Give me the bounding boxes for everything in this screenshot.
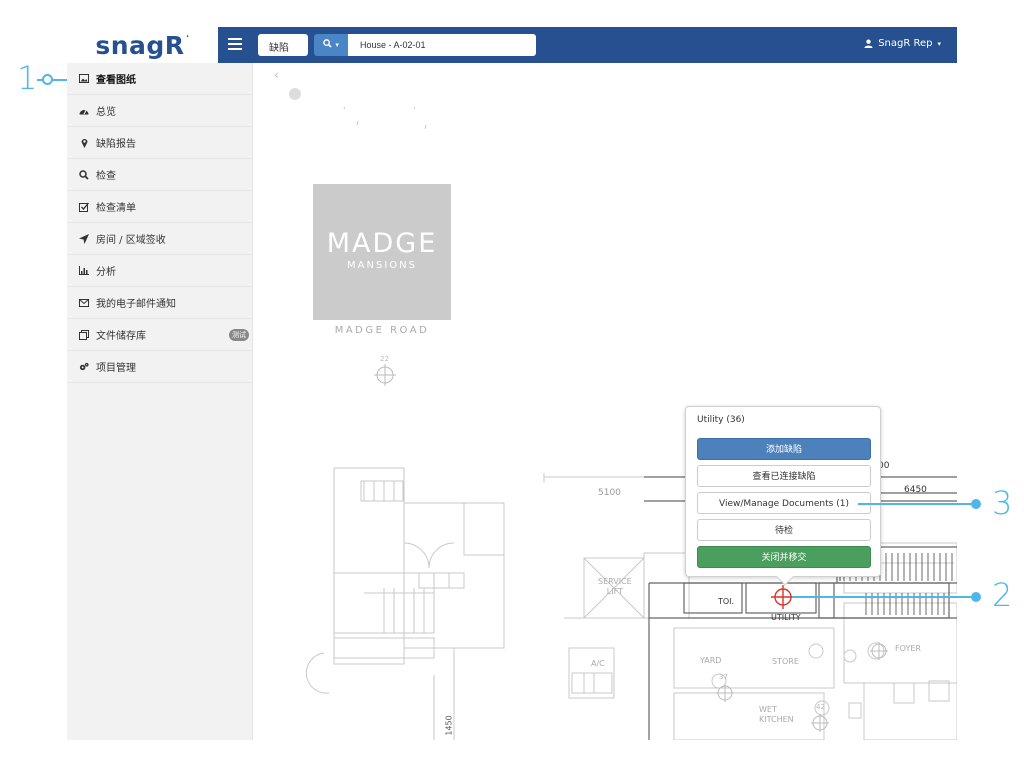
sidebar-item-project-management[interactable]: 项目管理 xyxy=(67,351,252,383)
room-label-line: SERVICE xyxy=(598,577,632,586)
sidebar-item-email-notifications[interactable]: 我的电子邮件通知 xyxy=(67,287,252,319)
brand-logo-text: snagR xyxy=(95,30,185,60)
dimension-label: 5100 xyxy=(598,488,621,498)
brand-mark-icon: · xyxy=(185,29,190,45)
dashboard-icon xyxy=(79,106,89,116)
user-menu[interactable]: SnagR Rep ▾ xyxy=(864,38,941,49)
sidebar-item-label: 文件储存库 xyxy=(96,331,146,342)
sidebar-item-label: 我的电子邮件通知 xyxy=(96,299,176,310)
callout-2-label: 2 xyxy=(992,576,1013,614)
room-label-ac: A/C xyxy=(591,659,605,668)
room-label-service-lift: SERVICE LIFT xyxy=(598,577,632,597)
app-window: snagR· 缺陷 ▾ SnagR Rep ▾ 查看图纸 总览 缺陷报告 xyxy=(67,27,957,740)
marker-number: 42 xyxy=(816,703,825,711)
room-label-line: WET xyxy=(759,705,777,714)
search-type-selector[interactable]: 缺陷 xyxy=(258,34,308,56)
room-label-yard: YARD xyxy=(700,656,722,665)
sidebar-item-label: 总览 xyxy=(96,107,116,118)
sidebar-item-room-signoff[interactable]: 房间 / 区域签收 xyxy=(67,223,252,255)
room-label-line: LIFT xyxy=(606,587,623,596)
sidebar: 查看图纸 总览 缺陷报告 检查 检查清单 房间 / 区域签收 分析 我的电子邮件… xyxy=(67,63,253,740)
sidebar-item-label: 检查 xyxy=(96,171,116,182)
user-icon xyxy=(864,39,873,48)
pending-inspection-button[interactable]: 待检 xyxy=(697,519,871,541)
sidebar-item-checklist[interactable]: 检查清单 xyxy=(67,191,252,223)
callout-2-anchor xyxy=(971,592,981,602)
manage-documents-button[interactable]: View/Manage Documents (1) xyxy=(697,492,871,514)
image-icon xyxy=(79,74,89,84)
sidebar-item-file-repository[interactable]: 文件储存库 测试 xyxy=(67,319,252,351)
sidebar-item-view-drawings[interactable]: 查看图纸 xyxy=(67,63,252,95)
room-label-foyer: FOYER xyxy=(895,644,921,653)
sidebar-item-label: 项目管理 xyxy=(96,363,136,374)
envelope-icon xyxy=(79,298,89,308)
sidebar-item-label: 缺陷报告 xyxy=(96,139,136,150)
hamburger-menu-icon[interactable] xyxy=(228,38,242,50)
sidebar-item-overview[interactable]: 总览 xyxy=(67,95,252,127)
room-label-store: STORE xyxy=(772,657,799,666)
view-linked-defects-button[interactable]: 查看已连接缺陷 xyxy=(697,465,871,487)
copy-icon xyxy=(79,329,89,340)
room-label-utility: UTILITY xyxy=(771,613,801,622)
checklist-icon xyxy=(79,202,89,212)
callout-1-anchor xyxy=(42,74,53,85)
search-icon xyxy=(79,169,89,180)
user-name: SnagR Rep xyxy=(878,38,933,49)
location-popup: Utility (36) 添加缺陷 查看已连接缺陷 View/Manage Do… xyxy=(685,406,881,586)
marker-number: 37 xyxy=(719,673,728,681)
callout-3-label: 3 xyxy=(992,484,1013,522)
vertical-dimension-label: 1450 xyxy=(444,715,454,736)
bar-chart-icon xyxy=(79,266,89,276)
marker-number: 22 xyxy=(380,355,389,363)
cogs-icon xyxy=(79,362,89,372)
search-dropdown-button[interactable]: ▾ xyxy=(314,34,348,56)
popup-title: Utility (36) xyxy=(697,415,745,425)
dimension-label: 6450 xyxy=(904,485,927,495)
brand-logo[interactable]: snagR · xyxy=(67,27,218,63)
callout-1-label: 1 xyxy=(17,59,38,97)
search-icon xyxy=(323,39,335,50)
caret-down-icon: ▾ xyxy=(937,39,941,48)
room-label-line: KITCHEN xyxy=(759,715,794,724)
sidebar-item-label: 查看图纸 xyxy=(96,75,136,86)
drawing-canvas[interactable]: ‹ MADGE MANSIONS MADGE ROAD 22 5100 6450… xyxy=(254,63,957,740)
sidebar-item-label: 分析 xyxy=(96,267,116,278)
callout-3-anchor xyxy=(971,499,981,509)
floor-plan xyxy=(305,106,957,740)
sidebar-item-defect-report[interactable]: 缺陷报告 xyxy=(67,127,252,159)
room-label-toilet: TOI. xyxy=(718,597,735,606)
top-navbar: 缺陷 ▾ SnagR Rep ▾ xyxy=(218,27,957,63)
search-input[interactable] xyxy=(348,34,536,56)
location-arrow-icon xyxy=(79,233,89,244)
caret-down-icon: ▾ xyxy=(335,41,339,49)
close-and-handover-button[interactable]: 关闭并移交 xyxy=(697,546,871,568)
callout-3-line xyxy=(858,503,976,505)
callout-2-line xyxy=(792,596,976,598)
sidebar-item-analysis[interactable]: 分析 xyxy=(67,255,252,287)
sidebar-item-label: 检查清单 xyxy=(96,203,136,214)
map-pin-icon xyxy=(79,138,89,148)
add-defect-button[interactable]: 添加缺陷 xyxy=(697,438,871,460)
sidebar-item-label: 房间 / 区域签收 xyxy=(96,235,166,246)
beta-badge: 测试 xyxy=(229,329,249,341)
room-label-wet-kitchen: WET KITCHEN xyxy=(759,705,794,725)
sidebar-item-inspection[interactable]: 检查 xyxy=(67,159,252,191)
